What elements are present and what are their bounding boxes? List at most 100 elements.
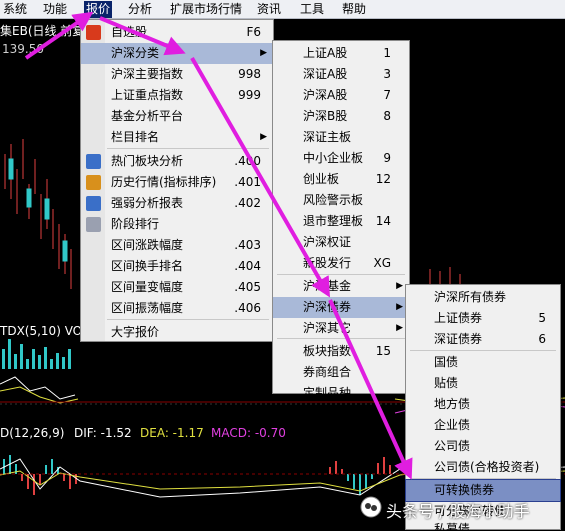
menu-item-icon: [86, 25, 101, 40]
quote-menu-item-10[interactable]: 区间涨跌幅度 .403: [81, 235, 273, 256]
quote-menu-item-2[interactable]: 沪深主要指数 998: [81, 64, 273, 85]
menu-item-label: 定制品种: [303, 386, 352, 400]
category-menu-item-14[interactable]: 板块指数 15: [273, 341, 409, 362]
quote-menu-item-1[interactable]: 沪深分类 ▶: [81, 43, 273, 64]
menu-system[interactable]: 系统: [3, 1, 27, 18]
menu-item-label: 板块指数: [303, 344, 352, 358]
menu-extended-market[interactable]: 扩展市场行情: [170, 1, 242, 18]
bond-menu-item-0[interactable]: 沪深所有债券: [406, 287, 560, 308]
menu-item-icon: [86, 154, 101, 169]
menu-quote[interactable]: 报价: [84, 1, 113, 18]
category-menu-item-5[interactable]: 中小企业板 9: [273, 148, 409, 169]
category-menu-item-16[interactable]: 定制品种: [273, 383, 409, 404]
menu-bar: 系统 功能 报价 分析 扩展市场行情 资讯 工具 帮助: [0, 0, 565, 19]
category-menu-item-7[interactable]: 风险警示板: [273, 190, 409, 211]
menu-item-shortcut: .401: [234, 175, 261, 189]
quote-menu-item-11[interactable]: 区间换手排名 .404: [81, 256, 273, 277]
menu-item-shortcut: 999: [238, 88, 261, 102]
menu-separator: [410, 478, 556, 479]
quote-menu-item-13[interactable]: 区间振荡幅度 .406: [81, 298, 273, 319]
menu-item-label: 大字报价: [111, 325, 160, 339]
menu-item-label: 深证A股: [303, 67, 348, 81]
menu-item-label: 贴债: [434, 376, 459, 390]
menu-item-shortcut: .405: [234, 280, 261, 294]
volume-bars: [2, 339, 71, 369]
menu-item-label: 公司债(合格投资者): [434, 460, 540, 474]
macd-dif: DIF: -1.52: [74, 426, 132, 440]
menu-item-label: 创业板: [303, 172, 340, 186]
quote-menu-item-14[interactable]: 大字报价: [81, 322, 273, 343]
submenu-arrow-icon: ▶: [396, 281, 403, 291]
menu-separator: [107, 319, 269, 320]
menu-separator: [107, 148, 269, 149]
menu-news[interactable]: 资讯: [257, 1, 281, 18]
menu-analysis[interactable]: 分析: [128, 1, 152, 18]
category-menu-item-13[interactable]: 沪深其它 ▶: [273, 318, 409, 339]
category-menu-item-1[interactable]: 深证A股 3: [273, 64, 409, 85]
menu-item-label: 上证重点指数: [111, 88, 184, 102]
menu-help[interactable]: 帮助: [342, 1, 366, 18]
menu-item-shortcut: .406: [234, 301, 261, 315]
menu-item-shortcut: 6: [538, 332, 546, 346]
menu-item-label: 自选股: [111, 25, 148, 39]
submenu-arrow-icon: ▶: [396, 323, 403, 333]
menu-item-label: 沪深A股: [303, 88, 348, 102]
quote-menu-item-4[interactable]: 基金分析平台: [81, 106, 273, 127]
category-menu-item-4[interactable]: 深证主板: [273, 127, 409, 148]
menu-item-label: 公司债: [434, 439, 471, 453]
menu-item-label: 国债: [434, 355, 459, 369]
menu-item-label: 沪深主要指数: [111, 67, 184, 81]
bond-menu-item-8[interactable]: 公司债(合格投资者): [406, 457, 560, 478]
category-menu-item-3[interactable]: 沪深B股 8: [273, 106, 409, 127]
category-menu-item-11[interactable]: 沪深基金 ▶: [273, 276, 409, 297]
menu-item-shortcut: 5: [538, 311, 546, 325]
menu-item-shortcut: 998: [238, 67, 261, 81]
bond-menu-item-6[interactable]: 企业债: [406, 415, 560, 436]
category-menu-item-2[interactable]: 沪深A股 7: [273, 85, 409, 106]
menu-item-label: 沪深其它: [303, 321, 352, 335]
category-menu-item-6[interactable]: 创业板 12: [273, 169, 409, 190]
watermark-logo-icon: [360, 496, 382, 518]
bond-menu-item-4[interactable]: 贴债: [406, 373, 560, 394]
category-menu-item-12[interactable]: 沪深债券 ▶: [273, 297, 409, 318]
menu-item-shortcut: 1: [383, 46, 391, 60]
menu-item-shortcut: 9: [383, 151, 391, 165]
bond-menu-item-1[interactable]: 上证债券 5: [406, 308, 560, 329]
menu-item-shortcut: .403: [234, 238, 261, 252]
menu-item-shortcut: XG: [373, 256, 391, 270]
bond-menu-item-5[interactable]: 地方债: [406, 394, 560, 415]
category-menu-item-8[interactable]: 退市整理板 14: [273, 211, 409, 232]
category-menu-item-10[interactable]: 新股发行 XG: [273, 253, 409, 274]
submenu-arrow-icon: ▶: [396, 302, 403, 312]
category-menu-item-0[interactable]: 上证A股 1: [273, 43, 409, 64]
menu-item-label: 基金分析平台: [111, 109, 184, 123]
quote-menu-item-0[interactable]: 自选股 F6: [81, 22, 273, 43]
bond-menu-item-2[interactable]: 深证债券 6: [406, 329, 560, 350]
menu-item-label: 阶段排行: [111, 217, 160, 231]
menu-item-shortcut: F6: [246, 25, 261, 39]
menu-item-icon: [86, 217, 101, 232]
menu-item-label: 沪深所有债券: [434, 290, 507, 304]
quote-menu-item-9[interactable]: 阶段排行: [81, 214, 273, 235]
category-menu-item-9[interactable]: 沪深权证: [273, 232, 409, 253]
quote-menu-item-7[interactable]: 历史行情(指标排序) .401: [81, 172, 273, 193]
menu-item-label: 风险警示板: [303, 193, 364, 207]
quote-menu-item-6[interactable]: 热门板块分析 .400: [81, 151, 273, 172]
quote-menu-item-3[interactable]: 上证重点指数 999: [81, 85, 273, 106]
menu-item-label: 深证债券: [434, 332, 483, 346]
category-menu-item-15[interactable]: 券商组合: [273, 362, 409, 383]
menu-function[interactable]: 功能: [43, 1, 67, 18]
menu-item-shortcut: 15: [375, 344, 391, 358]
price-candles-left-green: [8, 158, 68, 262]
quote-menu-item-8[interactable]: 强弱分析报表 .402: [81, 193, 273, 214]
menu-item-label: 区间振荡幅度: [111, 301, 184, 315]
menu-item-label: 上证A股: [303, 46, 348, 60]
menu-item-label: 栏目排名: [111, 130, 160, 144]
menu-item-label: 区间量变幅度: [111, 280, 184, 294]
menu-tools[interactable]: 工具: [300, 1, 324, 18]
menu-item-label: 企业债: [434, 418, 471, 432]
bond-menu-item-3[interactable]: 国债: [406, 352, 560, 373]
bond-menu-item-7[interactable]: 公司债: [406, 436, 560, 457]
quote-menu-item-5[interactable]: 栏目排名 ▶: [81, 127, 273, 148]
quote-menu-item-12[interactable]: 区间量变幅度 .405: [81, 277, 273, 298]
